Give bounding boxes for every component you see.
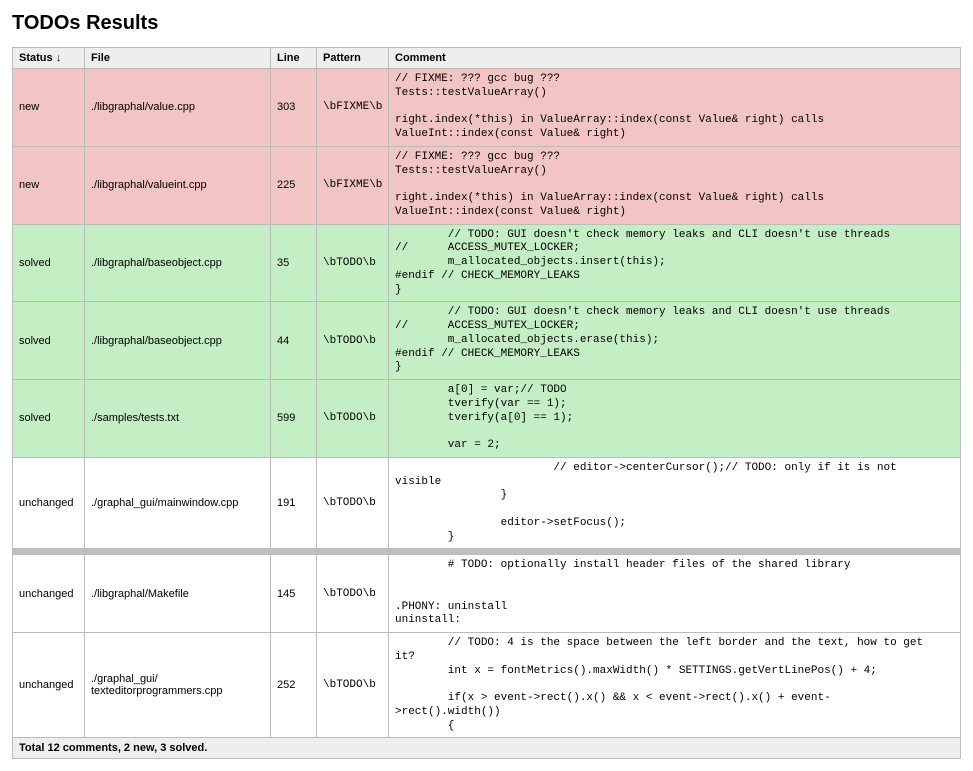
cell-pattern: \bFIXME\b [317, 69, 389, 147]
table-row: unchanged./graphal_gui/mainwindow.cpp191… [13, 457, 961, 549]
cell-file: ./libgraphal/value.cpp [85, 69, 271, 147]
cell-pattern: \bFIXME\b [317, 146, 389, 224]
cell-status: unchanged [13, 633, 85, 738]
cell-status: solved [13, 224, 85, 302]
sort-indicator-icon: ↓ [56, 52, 62, 64]
cell-file: ./libgraphal/valueint.cpp [85, 146, 271, 224]
table-footer-row: Total 12 comments, 2 new, 3 solved. [13, 738, 961, 759]
cell-file: ./graphal_gui/texteditorprogrammers.cpp [85, 633, 271, 738]
cell-pattern: \bTODO\b [317, 457, 389, 549]
cell-line: 35 [271, 224, 317, 302]
summary-text: Total 12 comments, 2 new, 3 solved. [13, 738, 961, 759]
cell-comment: // FIXME: ??? gcc bug ??? Tests::testVal… [389, 146, 961, 224]
cell-status: new [13, 146, 85, 224]
cell-pattern: \bTODO\b [317, 555, 389, 633]
col-status[interactable]: Status ↓ [13, 48, 85, 69]
col-line[interactable]: Line [271, 48, 317, 69]
table-row: new./libgraphal/valueint.cpp225\bFIXME\b… [13, 146, 961, 224]
cell-pattern: \bTODO\b [317, 302, 389, 380]
cell-status: solved [13, 302, 85, 380]
cell-pattern: \bTODO\b [317, 380, 389, 458]
page-title: TODOs Results [12, 12, 961, 35]
cell-pattern: \bTODO\b [317, 224, 389, 302]
todos-table: Status ↓ File Line Pattern Comment new./… [12, 47, 961, 759]
table-row: solved./libgraphal/baseobject.cpp44\bTOD… [13, 302, 961, 380]
cell-status: solved [13, 380, 85, 458]
cell-line: 599 [271, 380, 317, 458]
cell-file: ./samples/tests.txt [85, 380, 271, 458]
cell-comment: // editor->centerCursor();// TODO: only … [389, 457, 961, 549]
cell-file: ./libgraphal/baseobject.cpp [85, 302, 271, 380]
col-status-label: Status [19, 52, 53, 64]
cell-line: 44 [271, 302, 317, 380]
table-row: unchanged./graphal_gui/texteditorprogram… [13, 633, 961, 738]
cell-status: unchanged [13, 457, 85, 549]
table-row: solved./samples/tests.txt599\bTODO\b a[0… [13, 380, 961, 458]
cell-comment: // FIXME: ??? gcc bug ??? Tests::testVal… [389, 69, 961, 147]
cell-status: new [13, 69, 85, 147]
cell-comment: // TODO: 4 is the space between the left… [389, 633, 961, 738]
table-row: new./libgraphal/value.cpp303\bFIXME\b// … [13, 69, 961, 147]
col-comment[interactable]: Comment [389, 48, 961, 69]
cell-line: 303 [271, 69, 317, 147]
cell-line: 252 [271, 633, 317, 738]
col-pattern[interactable]: Pattern [317, 48, 389, 69]
cell-comment: # TODO: optionally install header files … [389, 555, 961, 633]
table-row: solved./libgraphal/baseobject.cpp35\bTOD… [13, 224, 961, 302]
cell-pattern: \bTODO\b [317, 633, 389, 738]
cell-comment: // TODO: GUI doesn't check memory leaks … [389, 224, 961, 302]
cell-comment: // TODO: GUI doesn't check memory leaks … [389, 302, 961, 380]
cell-status: unchanged [13, 555, 85, 633]
cell-line: 191 [271, 457, 317, 549]
cell-line: 145 [271, 555, 317, 633]
cell-comment: a[0] = var;// TODO tverify(var == 1); tv… [389, 380, 961, 458]
cell-file: ./libgraphal/Makefile [85, 555, 271, 633]
table-header-row: Status ↓ File Line Pattern Comment [13, 48, 961, 69]
cell-file: ./libgraphal/baseobject.cpp [85, 224, 271, 302]
table-row: unchanged./libgraphal/Makefile145\bTODO\… [13, 555, 961, 633]
cell-line: 225 [271, 146, 317, 224]
cell-file: ./graphal_gui/mainwindow.cpp [85, 457, 271, 549]
col-file[interactable]: File [85, 48, 271, 69]
